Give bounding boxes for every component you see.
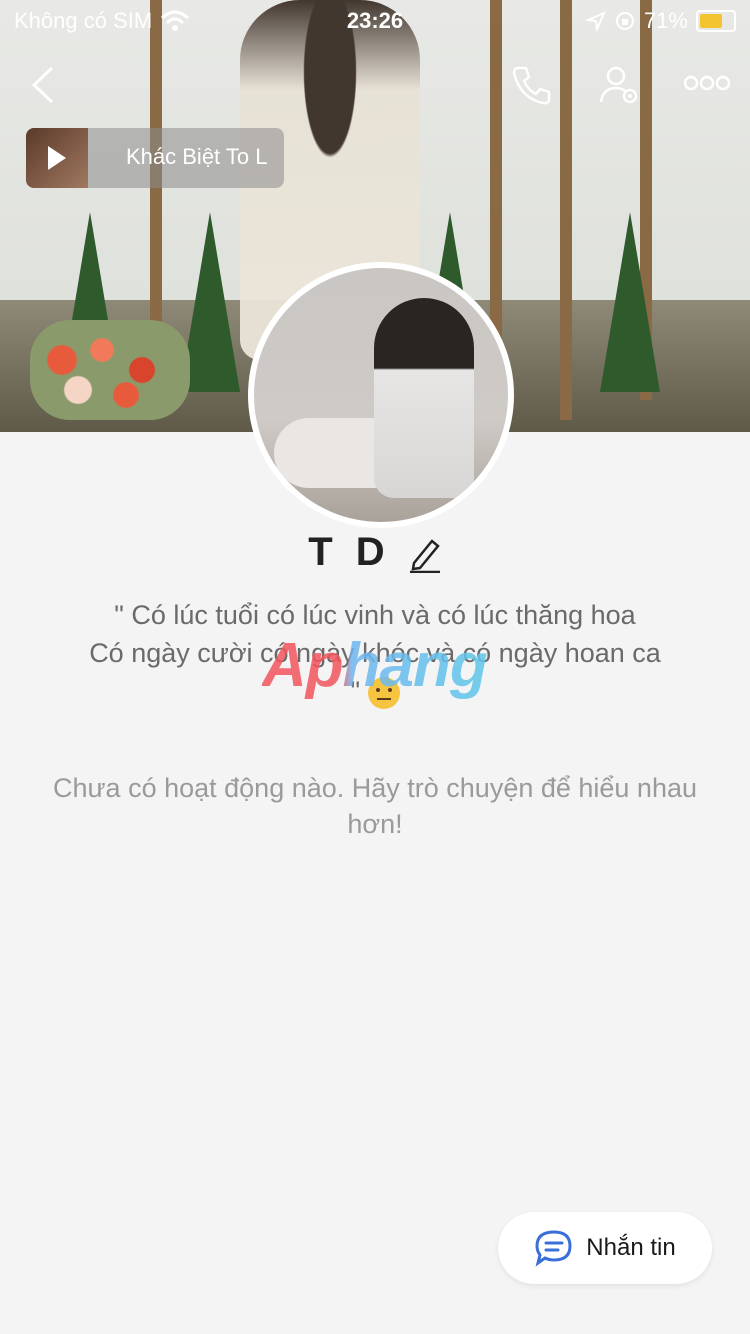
profile-name: T D — [308, 530, 391, 574]
profile-name-row: T D — [0, 530, 750, 575]
bio-line: " Có lúc tuổi có lúc vinh và có lúc thăn… — [114, 600, 636, 630]
user-settings-icon[interactable] — [598, 64, 642, 108]
message-button[interactable]: Nhắn tin — [498, 1212, 712, 1284]
empty-state-text: Chưa có hoạt động nào. Hãy trò chuyện để… — [52, 773, 698, 839]
phone-icon[interactable] — [510, 64, 552, 106]
status-bar: Không có SIM 23:26 71% — [0, 0, 750, 40]
music-player[interactable]: Khác Biệt To L — [26, 128, 284, 188]
play-icon[interactable] — [48, 146, 66, 170]
back-icon[interactable] — [30, 66, 56, 104]
edit-icon[interactable] — [408, 535, 442, 574]
avatar-person — [374, 298, 474, 498]
battery-icon — [696, 10, 736, 32]
more-icon[interactable] — [684, 74, 730, 92]
cover-flowers — [30, 320, 190, 420]
cover-tree — [600, 212, 660, 392]
watermark: Aphang — [262, 631, 488, 700]
avatar[interactable] — [248, 262, 514, 528]
message-button-label: Nhắn tin — [586, 1234, 676, 1261]
avatar-image — [254, 268, 508, 522]
cover-trunk — [560, 0, 572, 420]
music-title: Khác Biệt To L — [126, 144, 268, 169]
battery-percent: 71% — [643, 8, 688, 33]
chat-icon — [535, 1230, 572, 1267]
location-icon — [585, 11, 606, 31]
lock-rotation-icon — [615, 12, 634, 30]
